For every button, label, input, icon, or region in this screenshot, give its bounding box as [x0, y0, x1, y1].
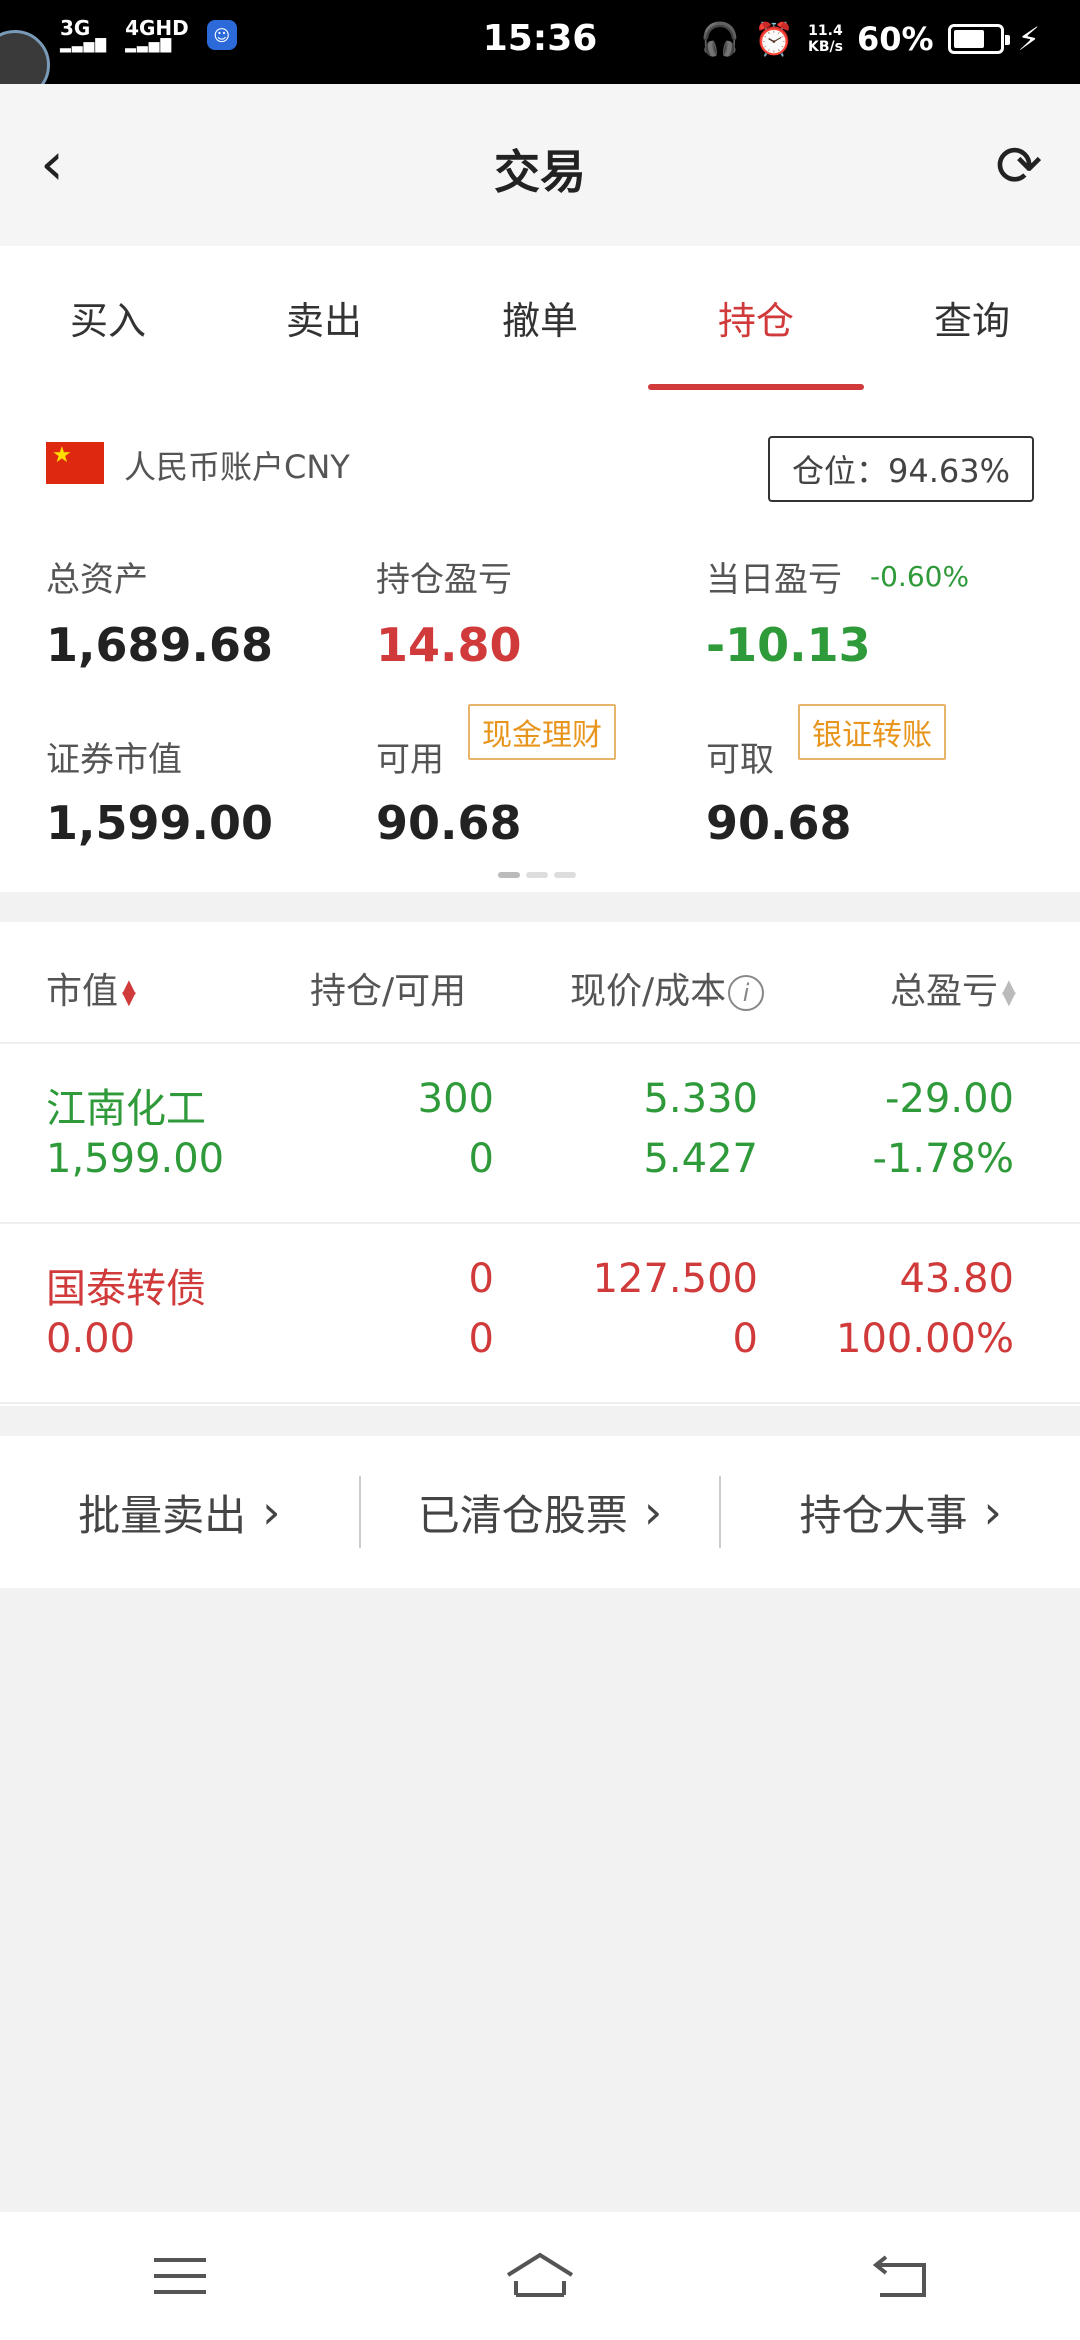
stock-cost: 0	[732, 1316, 758, 1362]
stock-available: 0	[468, 1316, 494, 1362]
daily-pnl-value: -10.13	[706, 618, 871, 672]
cleared-stocks-link[interactable]: 已清仓股票 ›	[361, 1482, 720, 1543]
col-total-pnl-label: 总盈亏	[890, 971, 999, 1012]
page-indicator	[498, 872, 576, 878]
holding-actions: 批量卖出 › 已清仓股票 › 持仓大事 ›	[0, 1436, 1080, 1588]
china-flag-icon: ★	[46, 442, 104, 484]
holding-pnl-label: 持仓盈亏	[376, 560, 512, 600]
col-price-cost-label: 现价/成本	[570, 971, 727, 1012]
table-row[interactable]: 江南化工 1,599.00 300 0 5.330 5.427 -29.00 -…	[0, 1044, 1080, 1224]
stock-holding: 0	[468, 1256, 494, 1302]
bank-transfer-button[interactable]: 银证转账	[798, 704, 946, 760]
network-speed-value: 11.4	[808, 23, 843, 39]
stock-price: 5.330	[643, 1076, 758, 1122]
top-header: ‹ 交易 ⟳	[0, 84, 1080, 246]
stock-pnl-pct: 100.00%	[836, 1316, 1014, 1362]
menu-icon-svg	[154, 2258, 206, 2294]
account-summary: ★ 人民币账户CNY 仓位：94.63% 总资产 1,689.68 持仓盈亏 1…	[0, 396, 1080, 892]
status-right: 🎧 ⏰ 11.4 KB/s 60% ⚡	[700, 20, 1040, 58]
network-speed: 11.4 KB/s	[808, 23, 843, 55]
stock-name: 江南化工	[46, 1086, 206, 1132]
headphone-icon: 🎧	[700, 20, 741, 58]
stock-market-value: 1,599.00	[46, 1136, 225, 1182]
tab-cancel[interactable]: 撤单	[432, 246, 648, 396]
cash-management-button[interactable]: 现金理财	[468, 704, 616, 760]
col-total-pnl[interactable]: 总盈亏 ▲ ▼	[890, 962, 1016, 1014]
holding-events-link[interactable]: 持仓大事 ›	[721, 1482, 1080, 1543]
chevron-right-icon: ›	[643, 1485, 663, 1539]
page-dot	[526, 872, 548, 878]
holding-events-label: 持仓大事	[799, 1490, 968, 1540]
stock-pnl: -29.00	[885, 1076, 1014, 1122]
home-icon-svg	[506, 2252, 574, 2297]
withdrawable-label: 可取	[706, 740, 774, 780]
system-nav-bar	[0, 2212, 1080, 2340]
batch-sell-label: 批量卖出	[78, 1490, 247, 1540]
tab-query[interactable]: 查询	[864, 246, 1080, 396]
stock-pnl-pct: -1.78%	[872, 1136, 1014, 1182]
tab-sell[interactable]: 卖出	[216, 246, 432, 396]
daily-pnl-percent: -0.60%	[870, 560, 970, 593]
page-dot-active	[498, 872, 520, 878]
total-assets-label: 总资产	[46, 560, 148, 600]
stock-cost: 5.427	[643, 1136, 758, 1182]
stock-market-value: 0.00	[46, 1316, 136, 1362]
alarm-icon: ⏰	[754, 20, 794, 58]
chevron-right-icon: ›	[983, 1485, 1002, 1539]
stock-name: 国泰转债	[46, 1266, 206, 1312]
refresh-icon: ⟳	[995, 134, 1043, 199]
withdrawable-value: 90.68	[706, 796, 852, 850]
col-price-cost: 现价/成本 i	[570, 962, 765, 1014]
account-name: 人民币账户CNY	[124, 448, 350, 486]
cleared-stocks-label: 已清仓股票	[417, 1490, 628, 1540]
holdings-table: 市值 ▲ ▼ 持仓/可用 现价/成本 i 总盈亏 ▲ ▼ 江南化工 1,599.00 30…	[0, 922, 1080, 1406]
col-holding-available: 持仓/可用	[310, 971, 467, 1012]
stock-price: 127.500	[592, 1256, 758, 1302]
position-ratio-badge: 仓位：94.63%	[767, 436, 1034, 502]
chevron-right-icon: ›	[262, 1485, 281, 1539]
status-bar: 3G ▂▃▅▇ 4GHD ▂▃▅▇ ☺ 15:36 🎧 ⏰ 11.4 KB/s …	[0, 0, 1080, 84]
home-icon[interactable]	[500, 2236, 580, 2316]
col-market-value[interactable]: 市值 ▲ ▼	[46, 962, 136, 1014]
network-speed-unit: KB/s	[807, 39, 843, 55]
stock-holding: 300	[417, 1076, 494, 1122]
sort-desc-icon: ▲ ▼	[122, 976, 136, 1009]
tab-buy[interactable]: 买入	[0, 246, 216, 396]
stock-available: 0	[468, 1136, 494, 1182]
page-dot	[554, 872, 576, 878]
back-nav-icon-svg	[872, 2255, 926, 2297]
col-market-value-label: 市值	[46, 971, 119, 1012]
table-header: 市值 ▲ ▼ 持仓/可用 现价/成本 i 总盈亏 ▲ ▼	[0, 922, 1080, 1044]
daily-pnl-label: 当日盈亏	[706, 560, 842, 600]
back-nav-icon[interactable]	[860, 2236, 940, 2316]
battery-icon	[947, 24, 1010, 54]
info-icon[interactable]: i	[728, 975, 765, 1011]
table-row[interactable]: 国泰转债 0.00 0 0 127.500 0 43.80 100.00%	[0, 1224, 1080, 1404]
stock-pnl: 43.80	[899, 1256, 1014, 1302]
menu-icon[interactable]	[140, 2236, 220, 2316]
refresh-button[interactable]: ⟳	[984, 132, 1054, 202]
battery-percent: 60%	[856, 20, 934, 58]
market-value-value: 1,599.00	[46, 796, 273, 850]
batch-sell-link[interactable]: 批量卖出 ›	[0, 1482, 359, 1543]
trade-tabs: 买入 卖出 撤单 持仓 查询	[0, 246, 1080, 396]
sort-icon: ▲ ▼	[1002, 976, 1016, 1009]
tab-holdings[interactable]: 持仓	[648, 246, 864, 396]
available-value: 90.68	[376, 796, 522, 850]
holding-pnl-value: 14.80	[376, 618, 522, 672]
page-title: 交易	[494, 145, 586, 199]
total-assets-value: 1,689.68	[46, 618, 273, 672]
available-label: 可用	[376, 740, 444, 780]
charging-icon: ⚡	[1017, 20, 1040, 58]
market-value-label: 证券市值	[46, 740, 182, 780]
